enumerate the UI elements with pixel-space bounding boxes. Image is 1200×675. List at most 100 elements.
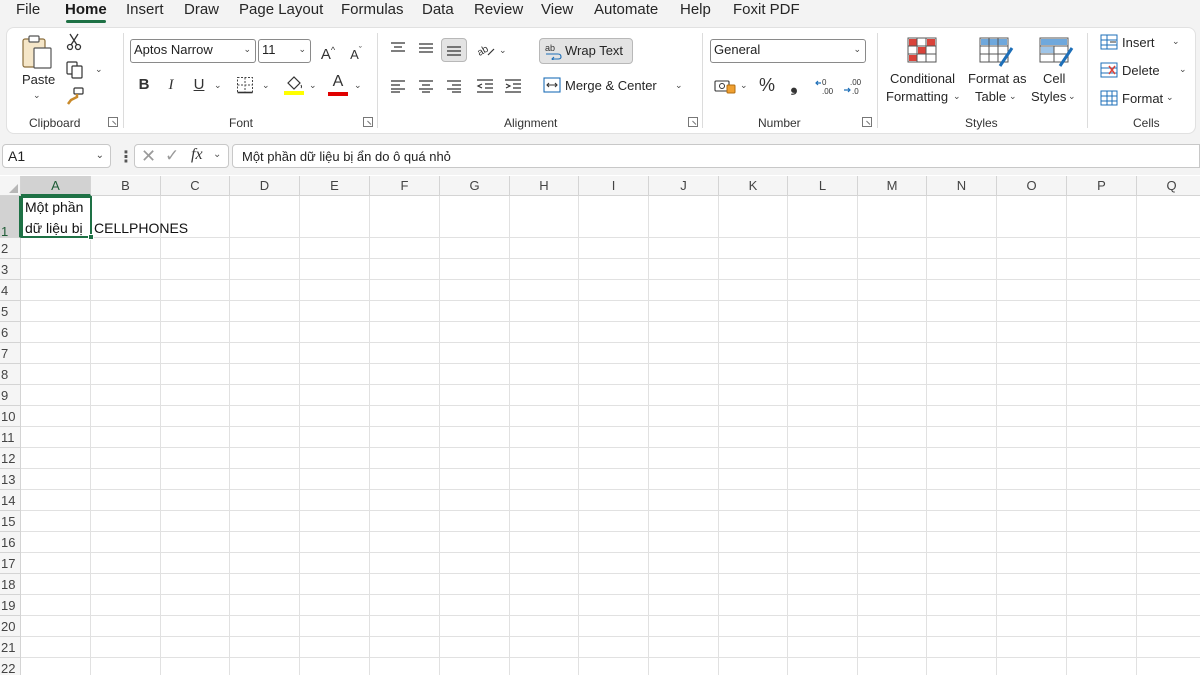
paste-icon[interactable] xyxy=(20,34,54,70)
align-right-icon[interactable] xyxy=(446,79,462,93)
font-color-chevron-down-icon[interactable]: ⌄ xyxy=(354,80,362,91)
percent-style-button[interactable]: % xyxy=(757,75,777,95)
orientation-icon[interactable]: ab xyxy=(475,40,496,59)
delete-cells-icon[interactable] xyxy=(1100,62,1118,78)
row-header-7[interactable]: 7 xyxy=(0,343,21,364)
menu-data[interactable]: Data xyxy=(422,1,454,18)
column-header-k[interactable]: K xyxy=(719,176,788,196)
paste-label[interactable]: Paste xyxy=(22,72,55,87)
row-header-21[interactable]: 21 xyxy=(0,637,21,658)
column-header-m[interactable]: M xyxy=(858,176,927,196)
paste-chevron-down-icon[interactable]: ⌄ xyxy=(33,90,41,101)
font-size-select[interactable]: 11 ⌄ xyxy=(258,39,311,63)
increase-decimal-icon[interactable]: 0.00 xyxy=(815,76,837,96)
copy-icon[interactable] xyxy=(65,60,85,80)
font-color-button[interactable]: A xyxy=(328,72,348,96)
row-header-20[interactable]: 20 xyxy=(0,616,21,637)
align-middle-icon[interactable] xyxy=(418,41,434,55)
merge-center-label[interactable]: Merge & Center xyxy=(565,78,657,93)
column-header-e[interactable]: E xyxy=(300,176,370,196)
menu-insert[interactable]: Insert xyxy=(126,1,164,18)
conditional-formatting-label-2[interactable]: Formatting xyxy=(886,89,948,104)
delete-chevron-down-icon[interactable]: ⌄ xyxy=(1179,64,1187,75)
decrease-font-size-button[interactable]: Aˇ xyxy=(345,40,367,65)
row-header-17[interactable]: 17 xyxy=(0,553,21,574)
formula-input[interactable]: Một phần dữ liệu bị ẩn do ô quá nhỏ xyxy=(232,144,1200,168)
column-header-h[interactable]: H xyxy=(510,176,579,196)
enter-check-icon[interactable]: ✓ xyxy=(165,146,179,166)
row-header-12[interactable]: 12 xyxy=(0,448,21,469)
column-header-f[interactable]: F xyxy=(370,176,440,196)
conditional-formatting-label-1[interactable]: Conditional xyxy=(890,71,955,86)
fill-color-chevron-down-icon[interactable]: ⌄ xyxy=(309,80,317,91)
format-as-table-label-2[interactable]: Table xyxy=(975,89,1006,104)
more-options-icon[interactable]: ⋮ xyxy=(118,147,134,167)
menu-file[interactable]: File xyxy=(16,1,40,18)
cell-styles-chevron-down-icon[interactable]: ⌄ xyxy=(1068,91,1076,102)
align-left-icon[interactable] xyxy=(390,79,406,93)
align-bottom-button[interactable] xyxy=(441,38,467,62)
menu-draw[interactable]: Draw xyxy=(184,1,219,18)
menu-help[interactable]: Help xyxy=(680,1,711,18)
row-header-15[interactable]: 15 xyxy=(0,511,21,532)
row-header-19[interactable]: 19 xyxy=(0,595,21,616)
cell-a1-line-1[interactable]: Một phần xyxy=(25,199,83,215)
row-header-16[interactable]: 16 xyxy=(0,532,21,553)
menu-home[interactable]: Home xyxy=(65,1,107,18)
bold-button[interactable]: B xyxy=(135,75,153,95)
column-header-n[interactable]: N xyxy=(927,176,997,196)
row-header-11[interactable]: 11 xyxy=(0,427,21,448)
font-dialog-launcher-icon[interactable] xyxy=(363,117,373,127)
menu-page-layout[interactable]: Page Layout xyxy=(239,1,323,18)
format-as-table-icon[interactable] xyxy=(978,36,1014,68)
column-header-p[interactable]: P xyxy=(1067,176,1137,196)
align-center-icon[interactable] xyxy=(418,79,434,93)
insert-function-button[interactable]: fx xyxy=(191,146,203,164)
increase-font-size-button[interactable]: A^ xyxy=(317,40,339,65)
row-header-1[interactable]: 1 xyxy=(0,196,21,239)
column-header-g[interactable]: G xyxy=(440,176,510,196)
accounting-format-icon[interactable] xyxy=(714,77,736,95)
insert-cells-icon[interactable] xyxy=(1100,34,1118,50)
increase-indent-icon[interactable] xyxy=(504,78,522,94)
menu-formulas[interactable]: Formulas xyxy=(341,1,404,18)
insert-cells-label[interactable]: Insert xyxy=(1122,35,1155,50)
accounting-chevron-down-icon[interactable]: ⌄ xyxy=(740,80,748,91)
format-as-table-label-1[interactable]: Format as xyxy=(968,71,1027,86)
column-header-d[interactable]: D xyxy=(230,176,300,196)
row-header-13[interactable]: 13 xyxy=(0,469,21,490)
font-name-select[interactable]: Aptos Narrow ⌄ xyxy=(130,39,256,63)
row-header-5[interactable]: 5 xyxy=(0,301,21,322)
column-header-q[interactable]: Q xyxy=(1137,176,1200,196)
name-box[interactable]: A1 ⌄ xyxy=(2,144,111,168)
menu-review[interactable]: Review xyxy=(474,1,523,18)
row-header-9[interactable]: 9 xyxy=(0,385,21,406)
cut-icon[interactable] xyxy=(65,33,83,51)
alignment-dialog-launcher-icon[interactable] xyxy=(688,117,698,127)
underline-button[interactable]: U xyxy=(190,75,208,95)
decrease-decimal-icon[interactable]: .00.0 xyxy=(843,76,865,96)
row-header-6[interactable]: 6 xyxy=(0,322,21,343)
row-header-22[interactable]: 22 xyxy=(0,658,21,675)
column-header-b[interactable]: B xyxy=(91,176,161,196)
format-cells-icon[interactable] xyxy=(1100,90,1118,106)
column-header-a[interactable]: A xyxy=(21,176,91,196)
menu-view[interactable]: View xyxy=(541,1,573,18)
menu-foxit-pdf[interactable]: Foxit PDF xyxy=(733,1,800,18)
worksheet-grid[interactable]: ABCDEFGHIJKLMNOPQ 1 2 3 4 5 6 7 8 9 10 11 12 13 14 15 1… xyxy=(0,176,1200,675)
cell-a1-line-2[interactable]: dữ liệu bị xyxy=(25,220,83,236)
underline-chevron-down-icon[interactable]: ⌄ xyxy=(214,80,222,91)
wrap-text-button[interactable]: ab Wrap Text xyxy=(539,38,633,64)
chevron-down-icon[interactable]: ⌄ xyxy=(213,149,221,160)
align-top-icon[interactable] xyxy=(390,41,406,55)
number-format-select[interactable]: General ⌄ xyxy=(710,39,866,63)
cell-styles-label-1[interactable]: Cell xyxy=(1043,71,1065,86)
column-header-o[interactable]: O xyxy=(997,176,1067,196)
column-header-c[interactable]: C xyxy=(161,176,230,196)
format-painter-icon[interactable] xyxy=(65,86,85,106)
merge-chevron-down-icon[interactable]: ⌄ xyxy=(675,80,683,91)
copy-chevron-down-icon[interactable]: ⌄ xyxy=(95,64,103,75)
orientation-chevron-down-icon[interactable]: ⌄ xyxy=(499,45,507,56)
decrease-indent-icon[interactable] xyxy=(476,78,494,94)
column-header-i[interactable]: I xyxy=(579,176,649,196)
